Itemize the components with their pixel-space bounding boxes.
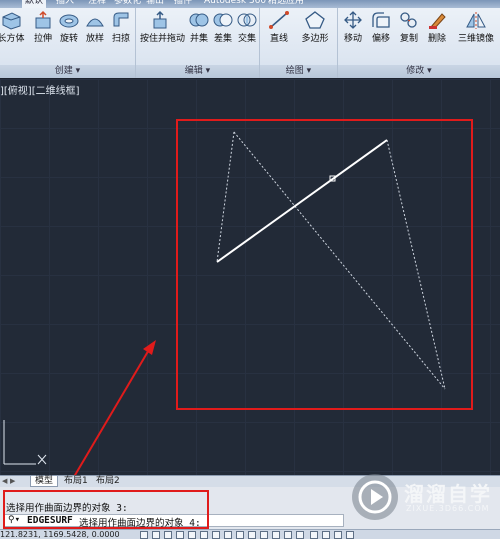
- snap-toggle[interactable]: [140, 531, 148, 539]
- sc-toggle[interactable]: [284, 531, 292, 539]
- tab-model[interactable]: 模型: [30, 476, 59, 487]
- layout-view-toggle[interactable]: [334, 531, 342, 539]
- watermark-logo-icon: [352, 474, 398, 520]
- model-toggle[interactable]: [310, 531, 318, 539]
- annotation-arrow-head: [143, 340, 156, 355]
- watermark-subtitle: ZIXUE.3D66.COM: [406, 504, 490, 513]
- osnap-toggle[interactable]: [188, 531, 196, 539]
- am-toggle[interactable]: [296, 531, 304, 539]
- ducs-toggle[interactable]: [224, 531, 232, 539]
- watermark-title: 溜溜自学: [404, 482, 492, 506]
- annotation-highlight-box: [176, 119, 473, 410]
- coordinate-readout: 121.8231, 1169.5428, 0.0000: [0, 530, 120, 539]
- dyn-toggle[interactable]: [236, 531, 244, 539]
- annotation-command-box: [3, 490, 209, 529]
- tab-layout2[interactable]: 布局2: [92, 476, 124, 487]
- grid-toggle[interactable]: [152, 531, 160, 539]
- annotation-arrow-line: [73, 347, 151, 475]
- ortho-toggle[interactable]: [164, 531, 172, 539]
- ucs-icon: [3, 420, 47, 465]
- otrack-toggle[interactable]: [212, 531, 220, 539]
- tab-layout1[interactable]: 布局1: [60, 476, 92, 487]
- polar-toggle[interactable]: [176, 531, 184, 539]
- 3dosnap-toggle[interactable]: [200, 531, 208, 539]
- lwt-toggle[interactable]: [248, 531, 256, 539]
- quickview-toggle[interactable]: [322, 531, 330, 539]
- pan-toggle[interactable]: [346, 531, 354, 539]
- prev-layout-icon[interactable]: ◀: [2, 476, 9, 487]
- next-layout-icon[interactable]: ▶: [10, 476, 17, 487]
- watermark: 溜溜自学 ZIXUE.3D66.COM: [352, 474, 500, 520]
- status-bar: 121.8231, 1169.5428, 0.0000: [0, 529, 500, 539]
- qp-toggle[interactable]: [272, 531, 280, 539]
- tpy-toggle[interactable]: [260, 531, 268, 539]
